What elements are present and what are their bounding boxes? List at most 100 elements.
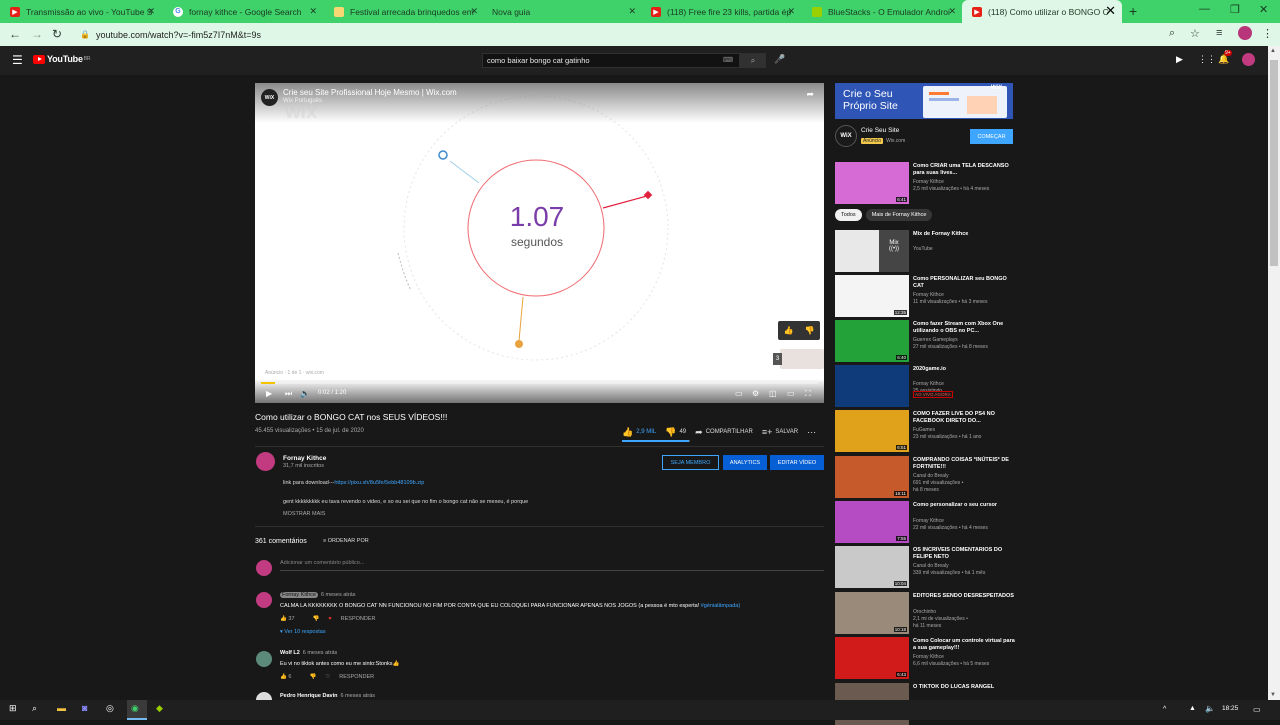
browser-tab[interactable]: G fornay kithce - Google Search ✕ — [163, 0, 323, 23]
miniplayer-icon[interactable]: ◫ — [769, 389, 777, 398]
recommended-video[interactable]: 10:18 EDITORES SENDO DESRESPEITADOS Orochi… — [835, 592, 1015, 634]
video-channel[interactable]: Fornay Kithce — [913, 179, 944, 185]
video-thumbnail[interactable]: 10:04 — [835, 546, 909, 588]
browser-tab[interactable]: BlueStacks - O Emulador Androi ✕ — [802, 0, 962, 23]
thumbs-down-icon[interactable]: 👎 — [309, 674, 316, 680]
video-title[interactable]: Como Colocar um controle virtual para a … — [913, 638, 1015, 651]
video-title[interactable]: Como CRIAR uma TELA DESCANSO para suas l… — [913, 163, 1015, 176]
recommended-video[interactable]: 16:11 COMPRANDO COISAS *INÚTEIS* DE FORTN… — [835, 456, 1015, 498]
discord-icon[interactable]: ◙ — [82, 703, 87, 713]
recommended-video[interactable]: 12:35 Como PERSONALIZAR seu BONGO CAT Forn… — [835, 275, 1015, 317]
video-channel[interactable]: Fornay Kithce — [913, 518, 944, 524]
windows-start-icon[interactable]: ⊞ — [9, 703, 17, 714]
video-thumbnail[interactable]: 6:43 — [835, 637, 909, 679]
video-title[interactable]: Como fazer Stream com Xbox One utilizand… — [913, 321, 1015, 334]
bookmark-star-icon[interactable]: ☆ — [1190, 27, 1200, 40]
ad-title[interactable]: Crie Seu Site — [861, 127, 899, 134]
recommended-video[interactable]: 6:40 Como fazer Stream com Xbox One utili… — [835, 320, 1015, 362]
view-replies-button[interactable]: ▾ Ver 10 respostas — [280, 629, 326, 635]
video-thumbnail[interactable] — [835, 365, 909, 407]
obs-icon[interactable]: ◎ — [106, 703, 114, 714]
video-thumbnail[interactable]: 6:51 — [835, 410, 909, 452]
browser-tab[interactable]: ▶ (118) Free fire 23 kills, partida ép ✕ — [641, 0, 801, 23]
video-thumbnail[interactable]: 12:35 — [835, 275, 909, 317]
progress-bar[interactable] — [261, 382, 818, 384]
ad-cta-button[interactable]: COMEÇAR — [970, 129, 1013, 144]
recommended-video[interactable]: 6:51 COMO FAZER LIVE DO PS4 NO FACEBOOK D… — [835, 410, 1015, 452]
video-channel[interactable]: Orochinho — [913, 609, 936, 615]
menu-dots-icon[interactable]: ⋮ — [1262, 27, 1273, 40]
hamburger-menu-icon[interactable]: ☰ — [12, 53, 23, 67]
search-input[interactable]: como baixar bongo cat gatinho ⌨ — [482, 53, 740, 68]
browser-tab[interactable]: ▶ Transmissão ao vivo - YouTube S ✕ — [0, 0, 161, 23]
browser-tab-active[interactable]: ▶ (118) Como utilizar o BONGO C ✕ — [962, 0, 1122, 23]
close-window-button[interactable]: ✕ — [1259, 3, 1268, 16]
media-controls-icon[interactable]: ≡ — [1216, 27, 1222, 39]
ad-video-title[interactable]: Crie seu Site Profissional Hoje Mesmo | … — [283, 88, 457, 97]
ad-advertiser-logo[interactable]: WiX — [835, 125, 857, 147]
search-button[interactable]: ⌕ — [740, 53, 766, 68]
video-channel[interactable]: Fornay Kithce — [913, 654, 944, 660]
author-name[interactable]: Pedro Henrique Davin — [280, 693, 337, 699]
volume-icon[interactable]: 🔈 — [300, 389, 310, 398]
video-thumbnail[interactable]: 6:40 — [835, 320, 909, 362]
new-tab-button[interactable]: + — [1129, 3, 1137, 19]
video-title[interactable]: O TIKTOK DO LUCAS RANGEL — [913, 684, 1015, 691]
scroll-up-icon[interactable]: ▲ — [1270, 48, 1276, 54]
chip-todos[interactable]: Todos — [835, 209, 862, 221]
chrome-icon[interactable]: ◉ — [131, 703, 139, 714]
video-title[interactable]: Mix de Fornay Kithce — [913, 231, 1015, 238]
recommended-video[interactable]: 6:41 Como CRIAR uma TELA DESCANSO para su… — [835, 162, 1015, 204]
video-channel[interactable]: Guerrex Gameplays — [913, 337, 958, 343]
video-thumbnail[interactable]: 7:55 — [835, 501, 909, 543]
video-channel[interactable]: Fornay Kithce — [913, 381, 944, 387]
share-button[interactable]: ➦ COMPARTILHAR — [695, 427, 753, 438]
restore-button[interactable]: ❐ — [1230, 3, 1240, 16]
ad-rating-buttons[interactable]: 👍 👎 — [778, 321, 820, 340]
sort-by-button[interactable]: ≡ ORDENAR POR — [323, 538, 369, 544]
skip-ad-preview[interactable]: 3 — [773, 349, 824, 369]
video-title[interactable]: EDITORES SENDO DESRESPEITADOS — [913, 593, 1015, 600]
thumbs-down-icon[interactable]: 👎 — [313, 616, 320, 622]
youtube-logo[interactable]: YouTube BR — [33, 54, 90, 64]
recommended-video[interactable]: 6:43 Como Colocar um controle virtual par… — [835, 637, 1015, 679]
video-title[interactable]: OS INCRIVEIS COMENTARIOS DO FELIPE NETO — [913, 547, 1015, 560]
volume-icon[interactable]: 🔈 — [1205, 704, 1215, 713]
video-title[interactable]: Como PERSONALIZAR seu BONGO CAT — [913, 276, 1015, 289]
video-title[interactable]: COMPRANDO COISAS *INÚTEIS* DE FORTNITE!!… — [913, 457, 1015, 470]
like-button[interactable]: 👍 2,9 MIL — [622, 427, 656, 438]
video-thumbnail[interactable]: 6:41 — [835, 162, 909, 204]
reload-icon[interactable]: ↻ — [52, 27, 62, 41]
commenter-avatar[interactable] — [256, 651, 272, 667]
video-player[interactable]: WiX Crie seu Site Profissional Hoje Mesm… — [255, 83, 824, 403]
play-icon[interactable]: ▶ — [266, 389, 272, 398]
comment-hashtag[interactable]: #génialâmpada) — [701, 603, 740, 609]
scrollbar-thumb[interactable] — [1270, 60, 1278, 266]
sidebar-ad-banner[interactable]: Crie o Seu Próprio Site WiX — [835, 83, 1013, 119]
video-title[interactable]: COMO FAZER LIVE DO PS4 NO FACEBOOK DIRET… — [913, 411, 1015, 424]
video-channel[interactable]: Canal do Brealy — [913, 563, 949, 569]
keyboard-icon[interactable]: ⌨ — [723, 54, 733, 67]
chip-more-from-channel[interactable]: Mais de Fornay Kithce — [865, 209, 933, 221]
apps-grid-icon[interactable]: ⋮⋮ — [1198, 54, 1216, 65]
save-button[interactable]: ≡+ SALVAR — [762, 427, 798, 437]
forward-icon[interactable]: → — [31, 27, 43, 41]
reply-button[interactable]: RESPONDER — [341, 616, 376, 622]
file-explorer-icon[interactable]: ▬ — [57, 703, 66, 713]
thumbs-up-icon[interactable]: 👍 6 — [280, 674, 300, 680]
microphone-icon[interactable]: 🎤 — [774, 54, 785, 65]
close-icon[interactable]: ✕ — [628, 6, 636, 17]
page-scrollbar[interactable]: ▲ ▼ — [1268, 46, 1280, 700]
video-thumbnail[interactable]: 10:18 — [835, 592, 909, 634]
video-channel[interactable]: FuGames — [913, 427, 935, 433]
reply-button[interactable]: RESPONDER — [339, 674, 374, 680]
minimize-button[interactable]: — — [1199, 3, 1210, 15]
browser-tab[interactable]: Festival arrecada brinquedos em ✕ — [324, 0, 484, 23]
close-icon[interactable]: ✕ — [147, 6, 155, 17]
search-icon[interactable]: ⌕ — [32, 703, 37, 714]
ad-channel-logo[interactable]: WiX — [261, 89, 278, 106]
theater-mode-icon[interactable]: ▭ — [787, 389, 795, 398]
more-actions-button[interactable]: ⋯ — [807, 427, 819, 438]
address-input[interactable]: 🔒 youtube.com/watch?v=-fim5z7I7nM&t=9s — [70, 26, 1190, 43]
close-icon[interactable]: ✕ — [787, 6, 795, 17]
